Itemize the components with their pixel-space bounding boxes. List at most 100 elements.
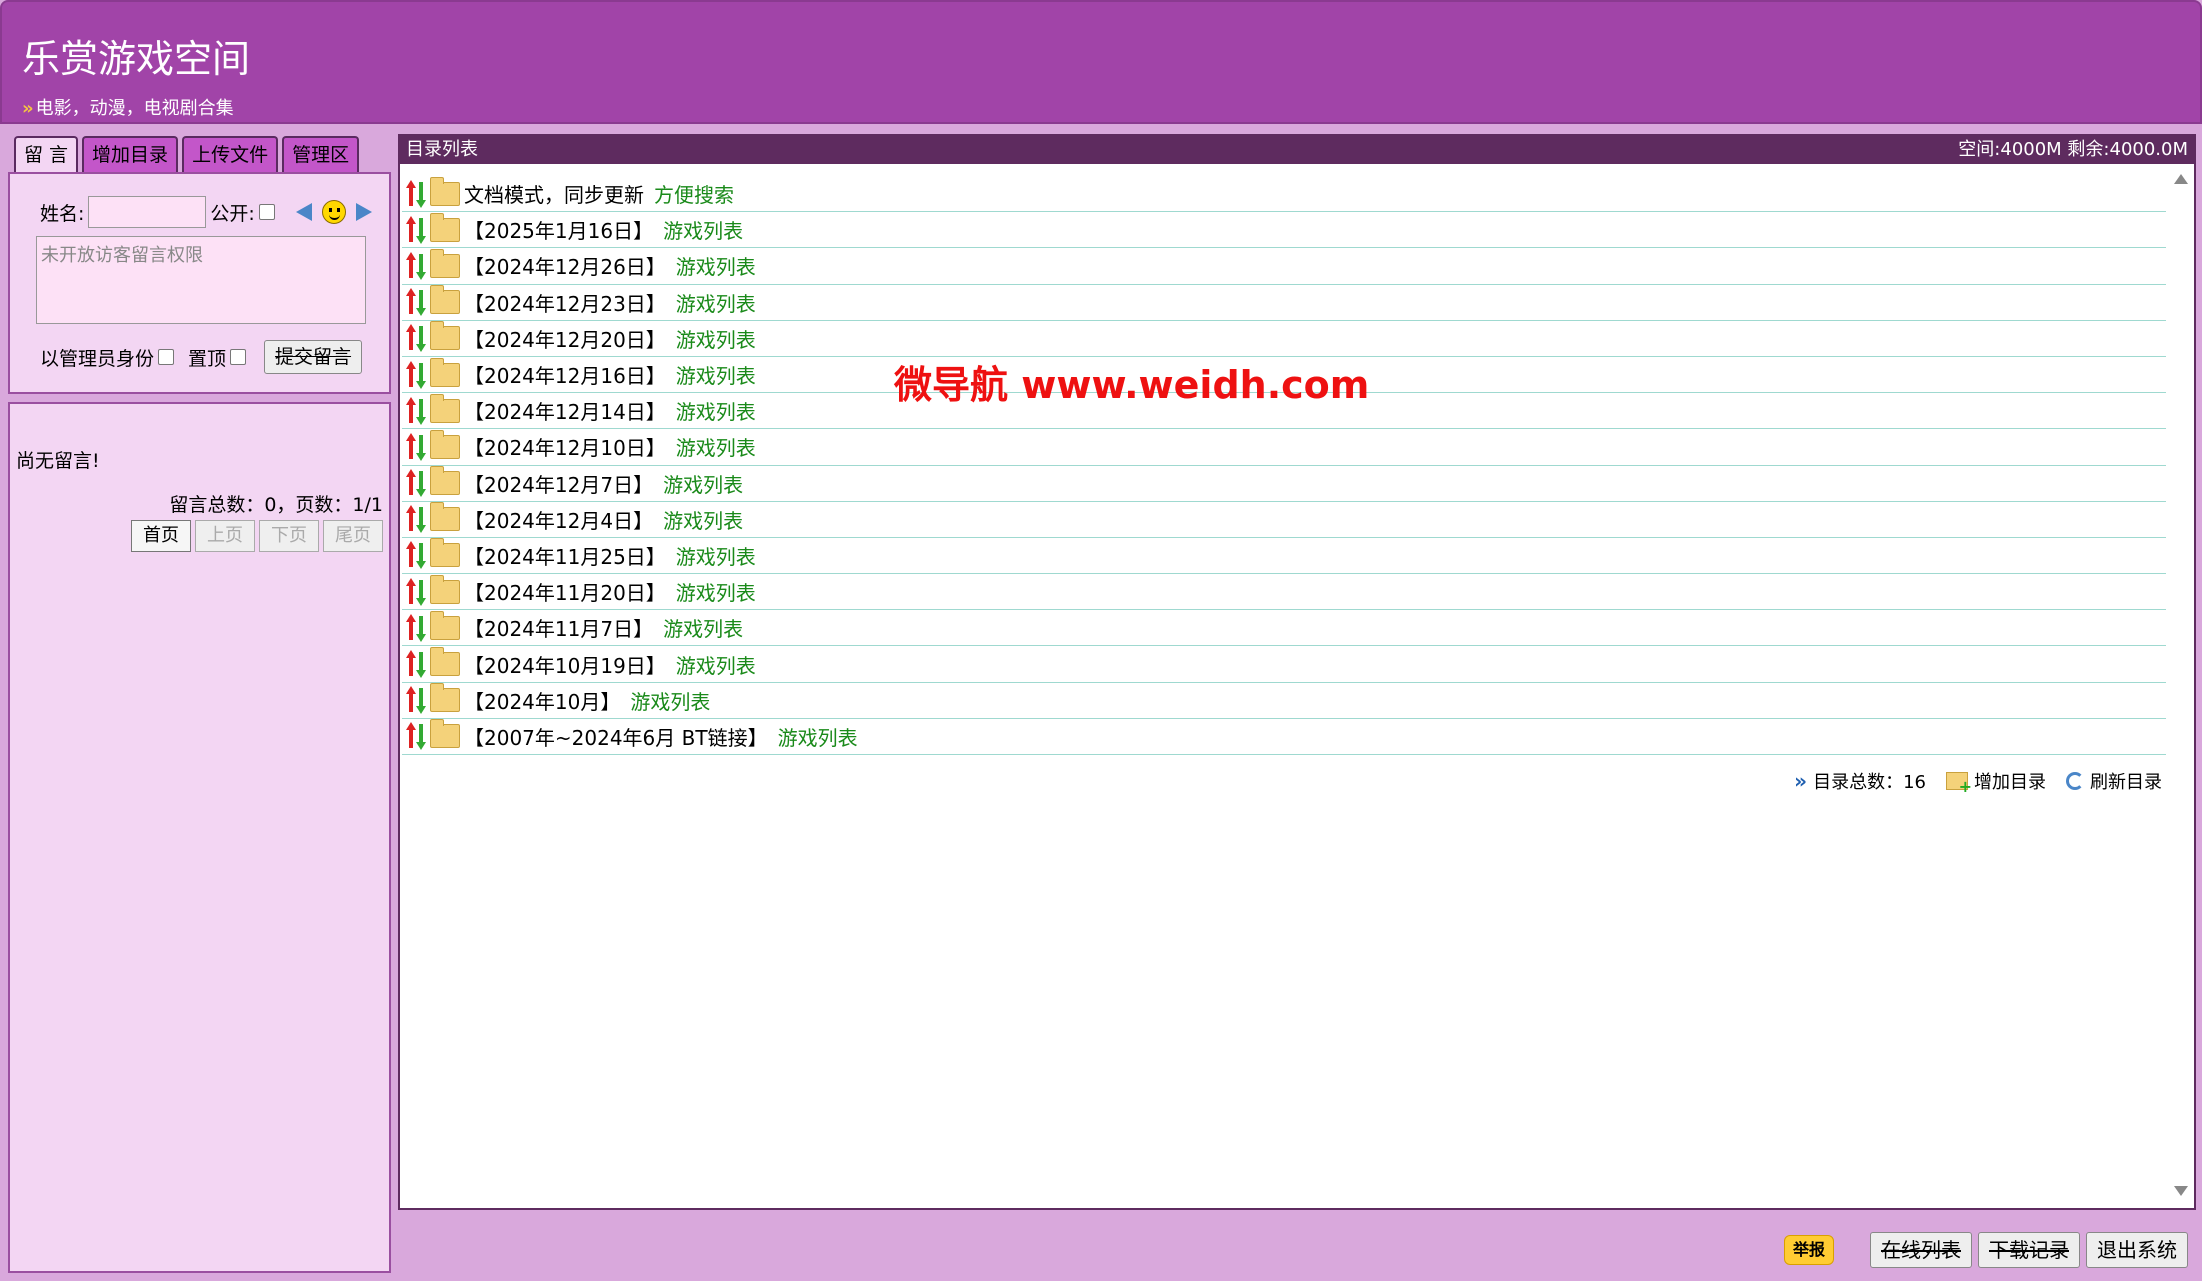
sort-arrows-icon[interactable] [406, 722, 428, 751]
sort-arrows-icon[interactable] [406, 215, 428, 244]
add-directory-link[interactable]: 增加目录 [1974, 768, 2046, 794]
folder-icon [430, 610, 460, 640]
left-tabs: 留 言 增加目录 上传文件 管理区 [14, 136, 360, 174]
directory-link[interactable]: 游戏列表 [676, 288, 756, 317]
folder-icon [430, 719, 460, 749]
sort-arrows-icon[interactable] [406, 505, 428, 534]
sort-arrows-icon[interactable] [406, 469, 428, 498]
directory-row[interactable]: 【2025年1月16日】 游戏列表 [402, 212, 2166, 249]
smiley-icon[interactable] [321, 199, 347, 225]
public-checkbox[interactable] [258, 204, 275, 220]
report-button[interactable]: 举报 [1783, 1235, 1834, 1265]
directory-row[interactable]: 【2024年12月23日】 游戏列表 [402, 285, 2166, 321]
tab-upload-file[interactable]: 上传文件 [182, 136, 279, 172]
directory-name[interactable]: 文档模式，同步更新 [464, 179, 644, 208]
top-checkbox[interactable] [230, 349, 247, 365]
name-input[interactable] [88, 196, 207, 228]
directory-link[interactable]: 游戏列表 [663, 215, 743, 244]
emoji-prev-icon[interactable] [291, 199, 317, 225]
refresh-icon[interactable] [2066, 772, 2084, 790]
directory-row[interactable]: 【2024年12月4日】 游戏列表 [402, 502, 2166, 538]
directory-link[interactable]: 游戏列表 [778, 722, 858, 751]
directory-link[interactable]: 游戏列表 [676, 396, 756, 425]
directory-name[interactable]: 【2024年12月26日】 [464, 251, 666, 280]
scroll-down-arrow-icon[interactable] [2174, 1186, 2188, 1196]
directory-row[interactable]: 【2024年12月7日】 游戏列表 [402, 466, 2166, 502]
sort-arrows-icon[interactable] [406, 251, 428, 280]
tab-add-directory[interactable]: 增加目录 [82, 136, 179, 172]
sort-arrows-icon[interactable] [406, 288, 428, 317]
sort-arrows-icon[interactable] [406, 396, 428, 425]
tab-admin[interactable]: 管理区 [282, 136, 360, 172]
directory-name[interactable]: 【2024年10月】 [464, 686, 620, 715]
message-textarea[interactable]: 未开放访客留言权限 [36, 236, 366, 324]
directory-link[interactable]: 游戏列表 [676, 251, 756, 280]
directory-link[interactable]: 方便搜索 [654, 179, 734, 208]
directory-row[interactable]: 【2024年12月10日】 游戏列表 [402, 429, 2166, 466]
next-page-button[interactable]: 下页 [259, 520, 319, 552]
directory-footer: » 目录总数：16 增加目录 刷新目录 [1794, 768, 2162, 796]
directory-name[interactable]: 【2007年~2024年6月 BT链接】 [464, 722, 768, 751]
refresh-directory-link[interactable]: 刷新目录 [2090, 768, 2162, 794]
download-log-button[interactable]: 下载记录 [1978, 1232, 2080, 1268]
first-page-button[interactable]: 首页 [131, 520, 191, 552]
sort-arrows-icon[interactable] [406, 324, 428, 353]
message-list: 尚无留言! 留言总数：0，页数：1/1 首页 上页 下页 尾页 [8, 402, 391, 1273]
directory-name[interactable]: 【2024年12月14日】 [464, 396, 666, 425]
directory-name[interactable]: 【2024年12月10日】 [464, 432, 666, 461]
directory-link[interactable]: 游戏列表 [663, 469, 743, 498]
directory-name[interactable]: 【2025年1月16日】 [464, 215, 653, 244]
directory-name[interactable]: 【2024年12月7日】 [464, 469, 653, 498]
directory-row[interactable]: 【2024年11月25日】 游戏列表 [402, 538, 2166, 575]
directory-link[interactable]: 游戏列表 [676, 541, 756, 570]
online-list-button[interactable]: 在线列表 [1870, 1232, 1972, 1268]
directory-link[interactable]: 游戏列表 [676, 432, 756, 461]
directory-row[interactable]: 【2024年12月26日】 游戏列表 [402, 248, 2166, 285]
directory-panel: 目录列表 空间:4000M 剩余:4000.0M 文档模式，同步更新 方便搜索 【2… [398, 134, 2196, 1210]
directory-row[interactable]: 【2024年10月19日】 游戏列表 [402, 646, 2166, 683]
directory-name[interactable]: 【2024年11月7日】 [464, 613, 653, 642]
sort-arrows-icon[interactable] [406, 613, 428, 642]
admin-checkbox[interactable] [158, 349, 175, 365]
tab-message[interactable]: 留 言 [14, 136, 79, 174]
sort-arrows-icon[interactable] [406, 360, 428, 389]
directory-row[interactable]: 【2024年11月20日】 游戏列表 [402, 574, 2166, 611]
directory-row[interactable]: 【2007年~2024年6月 BT链接】 游戏列表 [402, 719, 2166, 755]
site-subtitle-text: 电影，动漫，电视剧合集 [35, 98, 234, 119]
directory-name[interactable]: 【2024年12月16日】 [464, 360, 666, 389]
directory-row[interactable]: 【2024年10月】 游戏列表 [402, 683, 2166, 719]
emoji-next-icon[interactable] [351, 199, 377, 225]
directory-link[interactable]: 游戏列表 [676, 360, 756, 389]
sort-arrows-icon[interactable] [406, 432, 428, 461]
directory-name[interactable]: 【2024年11月20日】 [464, 577, 666, 606]
logout-button[interactable]: 退出系统 [2086, 1232, 2188, 1268]
directory-header: 目录列表 空间:4000M 剩余:4000.0M [400, 136, 2194, 164]
prev-page-button[interactable]: 上页 [195, 520, 255, 552]
directory-name[interactable]: 【2024年12月4日】 [464, 505, 653, 534]
submit-message-button[interactable]: 提交留言 [264, 340, 363, 374]
directory-link[interactable]: 游戏列表 [676, 324, 756, 353]
admin-label: 以管理员身份 [40, 347, 155, 370]
sort-arrows-icon[interactable] [406, 541, 428, 570]
directory-name[interactable]: 【2024年11月25日】 [464, 541, 666, 570]
directory-link[interactable]: 游戏列表 [630, 686, 710, 715]
directory-name[interactable]: 【2024年10月19日】 [464, 650, 666, 679]
sort-arrows-icon[interactable] [406, 650, 428, 679]
directory-link[interactable]: 游戏列表 [676, 577, 756, 606]
directory-name[interactable]: 【2024年12月20日】 [464, 324, 666, 353]
sort-arrows-icon[interactable] [406, 179, 428, 208]
directory-row[interactable]: 【2024年11月7日】 游戏列表 [402, 610, 2166, 647]
directory-link[interactable]: 游戏列表 [676, 650, 756, 679]
bottom-bar: 举报 在线列表 下载记录 退出系统 [1783, 1232, 2188, 1268]
last-page-button[interactable]: 尾页 [323, 520, 383, 552]
directory-link[interactable]: 游戏列表 [663, 505, 743, 534]
add-folder-icon[interactable] [1946, 772, 1972, 796]
directory-link[interactable]: 游戏列表 [663, 613, 743, 642]
directory-row[interactable]: 文档模式，同步更新 方便搜索 [402, 176, 2166, 213]
directory-row[interactable]: 【2024年12月20日】 游戏列表 [402, 321, 2166, 357]
sort-arrows-icon[interactable] [406, 577, 428, 606]
directory-name[interactable]: 【2024年12月23日】 [464, 288, 666, 317]
scroll-up-arrow-icon[interactable] [2174, 174, 2188, 184]
top-label: 置顶 [188, 347, 227, 370]
sort-arrows-icon[interactable] [406, 686, 428, 715]
